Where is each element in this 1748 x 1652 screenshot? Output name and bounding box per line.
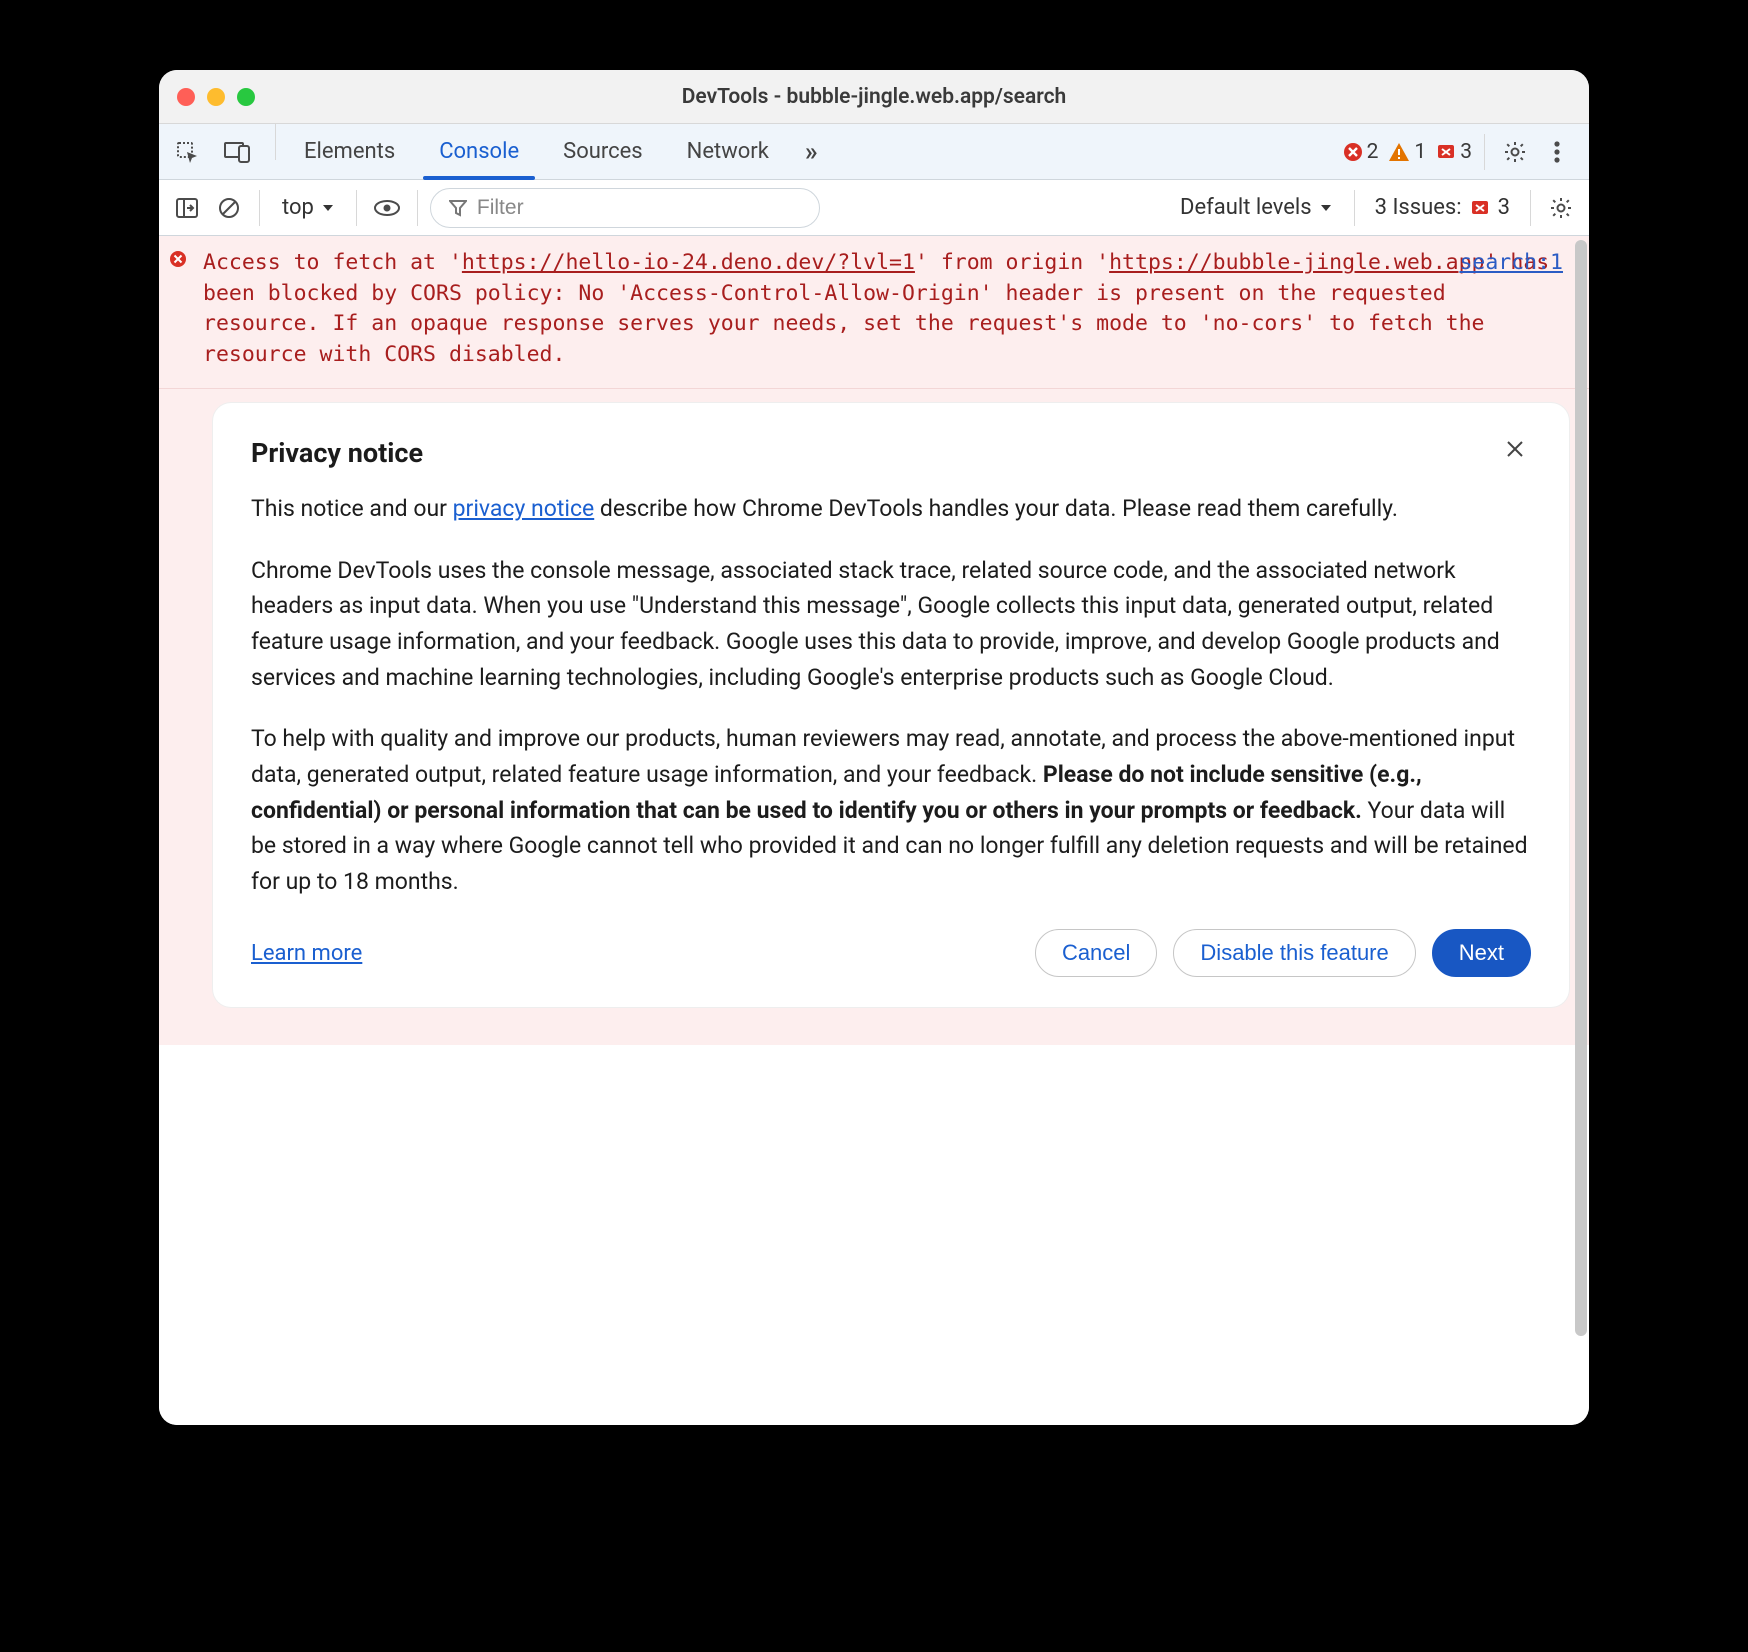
tab-label: Network bbox=[687, 139, 769, 164]
issues-label: 3 Issues: bbox=[1375, 195, 1462, 220]
error-count-value: 2 bbox=[1367, 140, 1379, 164]
privacy-paragraph-1: This notice and our privacy notice descr… bbox=[251, 491, 1531, 527]
toggle-device-toolbar-icon[interactable] bbox=[219, 134, 255, 170]
next-button[interactable]: Next bbox=[1432, 929, 1531, 977]
filter-input[interactable] bbox=[477, 196, 801, 220]
separator bbox=[356, 190, 357, 226]
issue-icon bbox=[1470, 198, 1490, 218]
scrollbar-thumb[interactable] bbox=[1575, 240, 1587, 1336]
tab-label: Sources bbox=[563, 139, 643, 164]
tab-label: Console bbox=[439, 139, 519, 164]
console-error-message[interactable]: search:1 Access to fetch at 'https://hel… bbox=[159, 236, 1589, 389]
chevron-right-icon: » bbox=[805, 137, 818, 167]
separator bbox=[259, 190, 260, 226]
warning-count-value: 1 bbox=[1414, 140, 1426, 164]
funnel-icon bbox=[449, 199, 467, 217]
error-text: Access to fetch at 'https://hello-io-24.… bbox=[177, 248, 1569, 370]
devtools-window: DevTools - bubble-jingle.web.app/search … bbox=[159, 70, 1589, 1425]
titlebar: DevTools - bubble-jingle.web.app/search bbox=[159, 70, 1589, 124]
error-source-link[interactable]: search:1 bbox=[1459, 248, 1563, 279]
filter-input-container bbox=[430, 188, 820, 228]
tab-console[interactable]: Console bbox=[417, 124, 541, 179]
privacy-paragraph-3: To help with quality and improve our pro… bbox=[251, 721, 1531, 899]
separator bbox=[275, 124, 276, 160]
separator bbox=[1354, 190, 1355, 226]
main-tabbar: Elements Console Sources Network » 2 1 3 bbox=[159, 124, 1589, 180]
console-content: search:1 Access to fetch at 'https://hel… bbox=[159, 236, 1589, 1425]
close-window-button[interactable] bbox=[177, 88, 195, 106]
cancel-button[interactable]: Cancel bbox=[1035, 929, 1157, 977]
log-levels-selector[interactable]: Default levels bbox=[1170, 191, 1342, 224]
privacy-paragraph-2: Chrome DevTools uses the console message… bbox=[251, 553, 1531, 696]
console-settings-icon[interactable] bbox=[1543, 190, 1579, 226]
error-icon bbox=[169, 250, 187, 268]
error-url-2[interactable]: https://bubble-jingle.web.app bbox=[1109, 250, 1484, 275]
separator bbox=[1530, 190, 1531, 226]
warning-count: 1 bbox=[1388, 140, 1426, 164]
more-tabs-button[interactable]: » bbox=[791, 124, 832, 179]
inspect-element-icon[interactable] bbox=[169, 134, 205, 170]
privacy-notice-link[interactable]: privacy notice bbox=[453, 495, 595, 522]
scrollbar[interactable] bbox=[1575, 240, 1587, 1393]
clear-console-icon[interactable] bbox=[211, 190, 247, 226]
issues-chip[interactable]: 3 Issues: 3 bbox=[1367, 191, 1518, 224]
close-icon[interactable] bbox=[1499, 437, 1531, 461]
privacy-title: Privacy notice bbox=[251, 437, 423, 469]
tab-elements[interactable]: Elements bbox=[282, 124, 417, 179]
toggle-console-sidebar-icon[interactable] bbox=[169, 190, 205, 226]
message-count: 3 bbox=[1436, 140, 1472, 164]
privacy-notice-card: Privacy notice This notice and our priva… bbox=[213, 403, 1569, 1007]
window-controls bbox=[177, 88, 255, 106]
disable-feature-button[interactable]: Disable this feature bbox=[1173, 929, 1415, 977]
settings-icon[interactable] bbox=[1497, 134, 1533, 170]
levels-label: Default levels bbox=[1180, 195, 1312, 220]
execution-context-selector[interactable]: top bbox=[272, 191, 344, 224]
zoom-window-button[interactable] bbox=[237, 88, 255, 106]
more-options-icon[interactable] bbox=[1539, 134, 1575, 170]
tab-label: Elements bbox=[304, 139, 395, 164]
error-warning-counts[interactable]: 2 1 3 bbox=[1343, 140, 1472, 164]
tab-network[interactable]: Network bbox=[665, 124, 791, 179]
separator bbox=[417, 190, 418, 226]
live-expression-icon[interactable] bbox=[369, 190, 405, 226]
minimize-window-button[interactable] bbox=[207, 88, 225, 106]
console-filterbar: top Default levels 3 Issues: 3 bbox=[159, 180, 1589, 236]
separator bbox=[1484, 134, 1485, 170]
issues-count: 3 bbox=[1498, 195, 1510, 220]
error-url-1[interactable]: https://hello-io-24.deno.dev/?lvl=1 bbox=[462, 250, 915, 275]
error-count: 2 bbox=[1343, 140, 1379, 164]
window-title: DevTools - bubble-jingle.web.app/search bbox=[159, 85, 1589, 109]
tab-sources[interactable]: Sources bbox=[541, 124, 665, 179]
context-label: top bbox=[282, 195, 314, 220]
message-count-value: 3 bbox=[1460, 140, 1472, 164]
chevron-down-icon bbox=[1320, 204, 1332, 212]
learn-more-link[interactable]: Learn more bbox=[251, 941, 362, 966]
chevron-down-icon bbox=[322, 204, 334, 212]
